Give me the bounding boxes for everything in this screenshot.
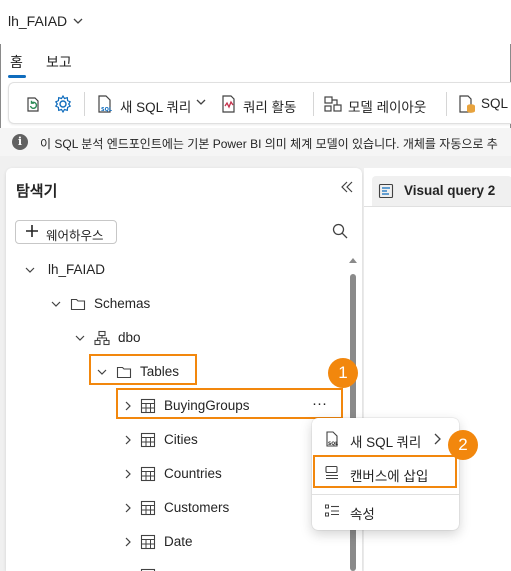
tree-label-table: Countries (164, 466, 222, 481)
tree-item-table-countries[interactable]: Countries (116, 461, 316, 487)
highlight-insert-into-canvas (313, 455, 457, 488)
tree-item-schemas[interactable]: Schemas (20, 291, 220, 317)
schema-icon (94, 330, 110, 346)
search-icon[interactable] (332, 223, 348, 239)
menu-label: 새 SQL 쿼리 (350, 435, 422, 450)
menu-item-new-sql-query[interactable]: SQL 새 SQL 쿼리 (312, 424, 459, 454)
chevron-down-icon[interactable] (74, 332, 86, 344)
menu-separator (312, 494, 459, 495)
tree-item-dbo[interactable]: dbo (20, 325, 220, 351)
title-bar: lh_FAIAD (0, 0, 511, 44)
ribbon-separator (84, 92, 85, 116)
highlight-tables (89, 354, 197, 385)
sql-button[interactable]: SQL (481, 96, 508, 111)
ribbon-separator (446, 92, 447, 116)
folder-icon (70, 298, 86, 311)
add-warehouse-button[interactable]: 웨어하우스 (15, 220, 117, 244)
chevron-down-icon[interactable] (50, 298, 62, 310)
model-layout-button[interactable]: 모델 레이아웃 (348, 96, 426, 116)
settings-icon[interactable] (53, 94, 73, 114)
callout-step-2: 2 (448, 430, 478, 460)
ribbon-tabs: 홈 보고 (0, 44, 511, 78)
info-bar: i 이 SQL 분석 엔드포인트에는 기본 Power BI 의미 체계 모델이… (0, 128, 511, 156)
callout-step-1: 1 (328, 358, 358, 388)
tree-label-table: Customers (164, 500, 230, 515)
tree-item-table-partial[interactable] (116, 563, 316, 571)
svg-text:SQL: SQL (101, 107, 113, 113)
add-warehouse-label: 웨어하우스 (46, 229, 104, 243)
tree-item-lakehouse[interactable]: lh_FAIAD (20, 257, 220, 283)
tree-label-table: Cities (164, 432, 198, 447)
ribbon-separator (313, 92, 314, 116)
tree-label-schemas: Schemas (94, 296, 151, 311)
menu-item-properties[interactable]: 속성 (312, 496, 459, 526)
table-icon (140, 432, 156, 448)
chevron-right-icon[interactable] (122, 468, 134, 480)
tree-label-dbo: dbo (118, 330, 141, 345)
info-icon: i (12, 134, 28, 150)
properties-icon (325, 504, 339, 517)
chevron-down-icon[interactable] (24, 264, 36, 276)
tree-item-table-cities[interactable]: Cities (116, 427, 316, 453)
new-sql-query-icon[interactable]: SQL (95, 94, 115, 114)
scroll-up-icon[interactable] (348, 256, 358, 264)
tab-visual-query[interactable]: Visual query 2 (372, 176, 511, 206)
highlight-buyinggroups (116, 388, 343, 419)
explorer-title: 탐색기 (16, 183, 58, 200)
tree-item-table-customers[interactable]: Customers (116, 495, 316, 521)
table-icon (140, 534, 156, 550)
info-message: 이 SQL 분석 엔드포인트에는 기본 Power BI 의미 체계 모델이 있… (40, 137, 498, 151)
tree-item-table-date[interactable]: Date (116, 529, 316, 555)
sql-template-icon[interactable] (457, 94, 477, 114)
refresh-icon[interactable] (23, 94, 43, 114)
svg-text:SQL: SQL (328, 441, 338, 447)
model-layout-icon[interactable] (323, 94, 343, 114)
chevron-right-icon[interactable] (122, 434, 134, 446)
chevron-right-icon[interactable] (122, 502, 134, 514)
plus-icon (26, 225, 38, 237)
tab-reporting[interactable]: 보고 (46, 52, 72, 72)
visual-query-tab-label: Visual query 2 (404, 183, 496, 198)
active-tab-indicator (8, 75, 26, 78)
visual-query-icon (378, 183, 394, 199)
menu-label: 속성 (350, 507, 375, 522)
chevron-right-icon (434, 433, 441, 445)
tree-label-lakehouse: lh_FAIAD (48, 262, 106, 277)
tree-label-table: Date (164, 534, 193, 549)
tab-divider (364, 206, 511, 207)
workspace-name[interactable]: lh_FAIAD (8, 13, 67, 29)
new-sql-query-button[interactable]: 새 SQL 쿼리 (120, 96, 191, 116)
query-activity-button[interactable]: 쿼리 활동 (243, 96, 296, 116)
tab-home[interactable]: 홈 (10, 52, 23, 72)
chevron-down-icon[interactable] (72, 15, 84, 27)
query-activity-icon[interactable] (219, 94, 239, 114)
new-sql-query-icon: SQL (326, 431, 338, 447)
chevron-down-icon[interactable] (195, 96, 207, 108)
ribbon-toolbar: SQL 새 SQL 쿼리 쿼리 활동 모델 레이아웃 SQL (8, 82, 511, 124)
table-icon (140, 466, 156, 482)
collapse-pane-icon[interactable] (340, 180, 354, 194)
table-icon (140, 500, 156, 516)
chevron-right-icon[interactable] (122, 536, 134, 548)
